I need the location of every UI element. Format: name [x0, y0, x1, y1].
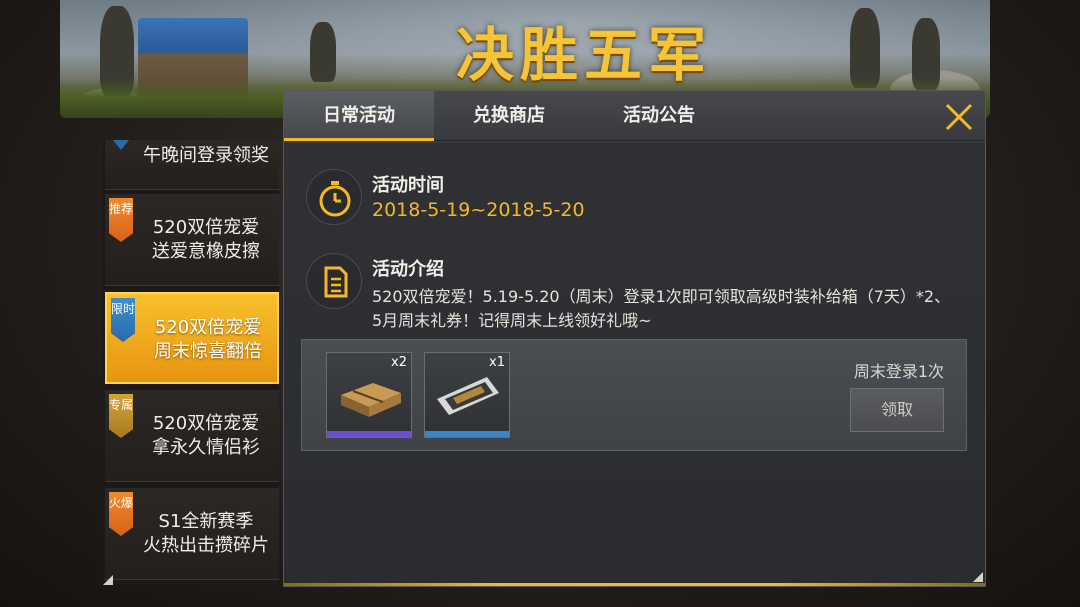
banner-soldier: [310, 22, 336, 82]
stopwatch-icon: [306, 169, 362, 225]
claim-button[interactable]: 领取: [850, 388, 944, 432]
activity-content: 活动时间 2018-5-19~2018-5-20 活动介绍 520双倍宠爱！5.…: [284, 143, 985, 586]
corner-marker: [973, 572, 983, 582]
hot-tag: 火爆: [109, 492, 133, 536]
document-icon: [306, 253, 362, 309]
tag-ribbon: [113, 140, 129, 150]
activity-item[interactable]: 专属 520双倍宠爱 拿永久情侣衫: [105, 390, 279, 482]
activity-item-label: 520双倍宠爱 送爱意橡皮擦: [152, 217, 260, 262]
rarity-bar: [327, 431, 411, 437]
activity-intro-title: 活动介绍: [372, 259, 444, 280]
close-icon: [945, 103, 973, 131]
activity-item[interactable]: 午晚间登录领奖: [105, 140, 279, 190]
reward-quantity: x2: [391, 355, 407, 370]
rarity-bar: [425, 431, 509, 437]
recommend-tag: 推荐: [109, 198, 133, 242]
activity-time-value: 2018-5-19~2018-5-20: [372, 199, 585, 221]
banner-title: 决胜五军: [456, 21, 713, 89]
exclusive-tag: 专属: [109, 394, 133, 438]
activity-item-label: 520双倍宠爱 周末惊喜翻倍: [154, 317, 262, 362]
banner-soldier: [850, 8, 880, 88]
tab-announcements[interactable]: 活动公告: [584, 91, 734, 141]
activity-time-title: 活动时间: [372, 175, 444, 196]
reward-item-voucher[interactable]: x1: [424, 352, 510, 438]
reward-row: x2 x1 周末登录1次 领取: [301, 339, 967, 451]
reward-item-supply-crate[interactable]: x2: [326, 352, 412, 438]
activity-list[interactable]: 午晚间登录领奖 推荐 520双倍宠爱 送爱意橡皮擦 限时 520双倍宠爱 周末惊…: [103, 140, 279, 585]
panel-bottom-accent: [284, 583, 985, 586]
tab-exchange-shop[interactable]: 兑换商店: [434, 91, 584, 141]
reward-condition: 周末登录1次: [853, 362, 944, 381]
activity-item[interactable]: 推荐 520双倍宠爱 送爱意橡皮擦: [105, 194, 279, 286]
activity-intro-text: 520双倍宠爱！5.19-5.20（周末）登录1次即可领取高级时装补给箱（7天）…: [372, 287, 951, 330]
activity-item-selected[interactable]: 限时 520双倍宠爱 周末惊喜翻倍: [105, 292, 279, 384]
supply-crate-icon: [341, 383, 401, 417]
reward-quantity: x1: [489, 355, 505, 370]
corner-marker: [103, 575, 113, 585]
activity-item-label: S1全新赛季 火热出击攒碎片: [143, 511, 269, 556]
activity-item-label: 520双倍宠爱 拿永久情侣衫: [152, 413, 260, 458]
limited-tag: 限时: [111, 298, 135, 342]
voucher-icon: [437, 377, 499, 415]
tab-bar: 日常活动 兑换商店 活动公告: [284, 91, 985, 141]
activity-item[interactable]: 火爆 S1全新赛季 火热出击攒碎片: [105, 488, 279, 580]
activity-item-label: 午晚间登录领奖: [143, 145, 269, 166]
activity-panel: 日常活动 兑换商店 活动公告 活动时间 2018-5-19~2018-5-20: [283, 90, 986, 587]
tab-daily-activity[interactable]: 日常活动: [284, 91, 434, 141]
close-button[interactable]: [941, 99, 977, 135]
